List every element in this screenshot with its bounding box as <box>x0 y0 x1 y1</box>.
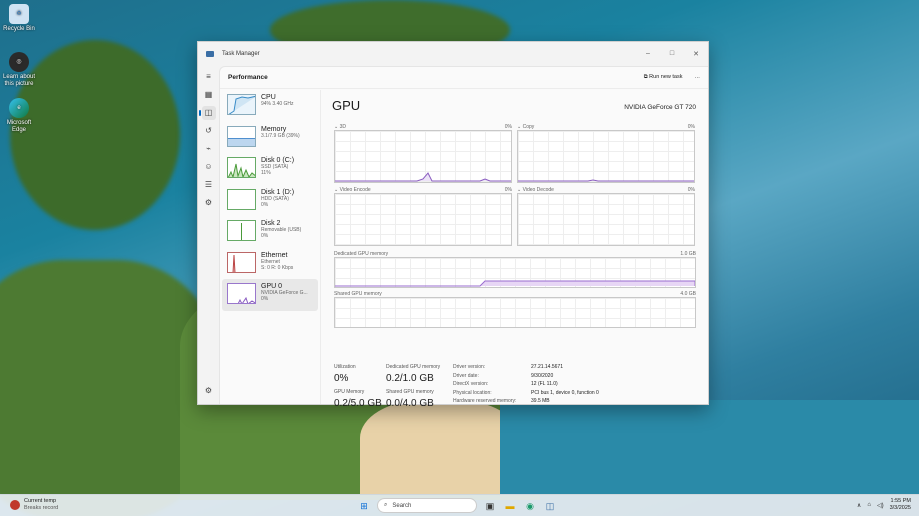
title-bar[interactable]: Task Manager – □ ✕ <box>198 42 708 66</box>
taskbar: Current temp Breaks record ⊞ ⌕ Search ▣ ▬ … <box>0 494 919 516</box>
detail-row: DirectX version: 12 (FL 11.0) <box>453 381 558 387</box>
camera-icon: ◎ <box>9 52 29 72</box>
beach <box>360 400 520 495</box>
hamburger-menu-icon[interactable]: ≡ <box>202 70 216 84</box>
desktop-icon-learn-picture[interactable]: ◎ Learn about this picture <box>2 52 36 88</box>
gpu-title: GPU <box>332 98 361 113</box>
users-icon[interactable]: ☺ <box>202 160 216 174</box>
window-title: Task Manager <box>222 51 260 57</box>
edge-taskbar-icon[interactable]: ◉ <box>523 499 537 513</box>
detail-row: Hardware reserved memory: 39.5 MB <box>453 398 550 404</box>
graph-video-encode <box>334 193 512 246</box>
cpu-thumbnail <box>227 94 256 115</box>
services-icon[interactable]: ⚙ <box>202 196 216 210</box>
memory-thumbnail <box>227 125 256 147</box>
edge-icon: e <box>9 98 29 118</box>
search-icon: ⌕ <box>384 502 388 508</box>
run-new-task-button[interactable]: ⧉ Run new task <box>644 74 683 81</box>
task-view-icon[interactable]: ▣ <box>483 499 497 513</box>
processes-icon[interactable]: ▦ <box>202 88 216 102</box>
chevron-up-icon[interactable]: ∧ <box>857 502 861 509</box>
system-tray: ∧ ⌂ ◁) 1:55 PM 3/3/2025 <box>857 498 911 512</box>
disk2-thumbnail <box>227 220 256 241</box>
network-icon[interactable]: ⌂ <box>867 502 871 508</box>
graph-3d <box>334 130 512 183</box>
sea-bottom <box>500 400 919 495</box>
minimize-button[interactable]: – <box>636 50 660 58</box>
weather-widget[interactable]: Current temp Breaks record <box>10 498 58 512</box>
recycle-bin-icon: ♻ <box>9 4 29 24</box>
graph-shared-memory <box>334 297 696 328</box>
details-icon[interactable]: ☰ <box>202 178 216 192</box>
gpu-detail-panel: GPU NVIDIA GeForce GT 720 ⌄ 3D 0% ⌄ Copy 0… <box>332 90 702 409</box>
resource-item-disk0[interactable]: Disk 0 (C:) SSD (SATA) 11% <box>222 153 318 185</box>
speaker-icon[interactable]: ◁) <box>877 502 884 509</box>
content-pane: Performance ⧉ Run new task ··· CPU 94% 3.… <box>219 66 708 409</box>
resource-item-disk2[interactable]: Disk 2 Removable (USB) 0% <box>222 216 318 248</box>
ethernet-thumbnail <box>227 251 256 273</box>
stat-dedicated-memory: Dedicated GPU memory 0.2/1.0 GB <box>386 364 441 384</box>
graph-copy <box>517 130 695 183</box>
clock[interactable]: 1:55 PM 3/3/2025 <box>890 498 911 512</box>
nav-rail: ≡ ▦ ◫ ↺ ⌁ ☺ ☰ ⚙ ⚙ <box>198 66 219 404</box>
desktop-icon-recycle-bin[interactable]: ♻ Recycle Bin <box>2 4 36 33</box>
app-history-icon[interactable]: ↺ <box>202 124 216 138</box>
graph-dedicated-memory <box>334 257 696 288</box>
detail-row: Driver date: 9/30/2020 <box>453 372 554 379</box>
stat-shared-memory: Shared GPU memory 0.0/4.0 GB <box>386 389 434 409</box>
gpu0-thumbnail <box>227 283 256 304</box>
disk1-thumbnail <box>227 188 256 210</box>
weather-alert-icon <box>10 500 20 510</box>
task-manager-taskbar-icon[interactable]: ◫ <box>543 499 557 513</box>
resource-item-gpu0[interactable]: GPU 0 NVIDIA GeForce G... 0% <box>222 279 318 311</box>
content-header: Performance ⧉ Run new task ··· <box>220 67 708 89</box>
resource-item-ethernet[interactable]: Ethernet Ethernet S: 0 R: 0 Kbps <box>222 248 318 280</box>
detail-row: Physical location: PCI bus 1, device 0, f… <box>453 389 599 396</box>
resource-item-memory[interactable]: Memory 3.1/7.9 GB (39%) <box>222 122 318 154</box>
gpu-details: Driver version: 27.21.14.5671 Driver date… <box>453 364 653 407</box>
desktop-icon-edge[interactable]: e Microsoft Edge <box>2 98 36 134</box>
task-manager-window: Task Manager – □ ✕ ≡ ▦ ◫ ↺ ⌁ ☺ ☰ ⚙ ⚙ Per… <box>197 41 709 409</box>
settings-icon[interactable]: ⚙ <box>202 384 216 398</box>
file-explorer-icon[interactable]: ▬ <box>503 499 517 513</box>
maximize-button[interactable]: □ <box>660 50 684 58</box>
page-title: Performance <box>228 74 268 81</box>
search-box[interactable]: ⌕ Search <box>377 498 477 513</box>
gpu-graphs: ⌄ 3D 0% ⌄ Copy 0% ⌄ Video Encode 0% ⌄ Video <box>334 124 696 328</box>
more-options-button[interactable]: ··· <box>695 75 701 81</box>
detail-row: Driver version: 27.21.14.5671 <box>453 364 563 370</box>
resource-item-cpu[interactable]: CPU 94% 3.40 GHz <box>222 90 318 122</box>
performance-icon[interactable]: ◫ <box>198 106 216 120</box>
close-button[interactable]: ✕ <box>684 50 708 58</box>
startup-apps-icon[interactable]: ⌁ <box>202 142 216 156</box>
resource-item-disk1[interactable]: Disk 1 (D:) HDD (SATA) 0% <box>222 185 318 217</box>
graph-video-decode <box>517 193 695 246</box>
start-icon[interactable]: ⊞ <box>357 499 371 513</box>
gpu-model: NVIDIA GeForce GT 720 <box>624 104 696 111</box>
taskbar-center: ⊞ ⌕ Search ▣ ▬ ◉ ◫ <box>357 498 557 513</box>
task-manager-icon <box>206 51 214 57</box>
disk0-thumbnail <box>227 157 256 178</box>
resource-list: CPU 94% 3.40 GHz Memory 3.1/7.9 GB (39%) D… <box>220 90 321 404</box>
